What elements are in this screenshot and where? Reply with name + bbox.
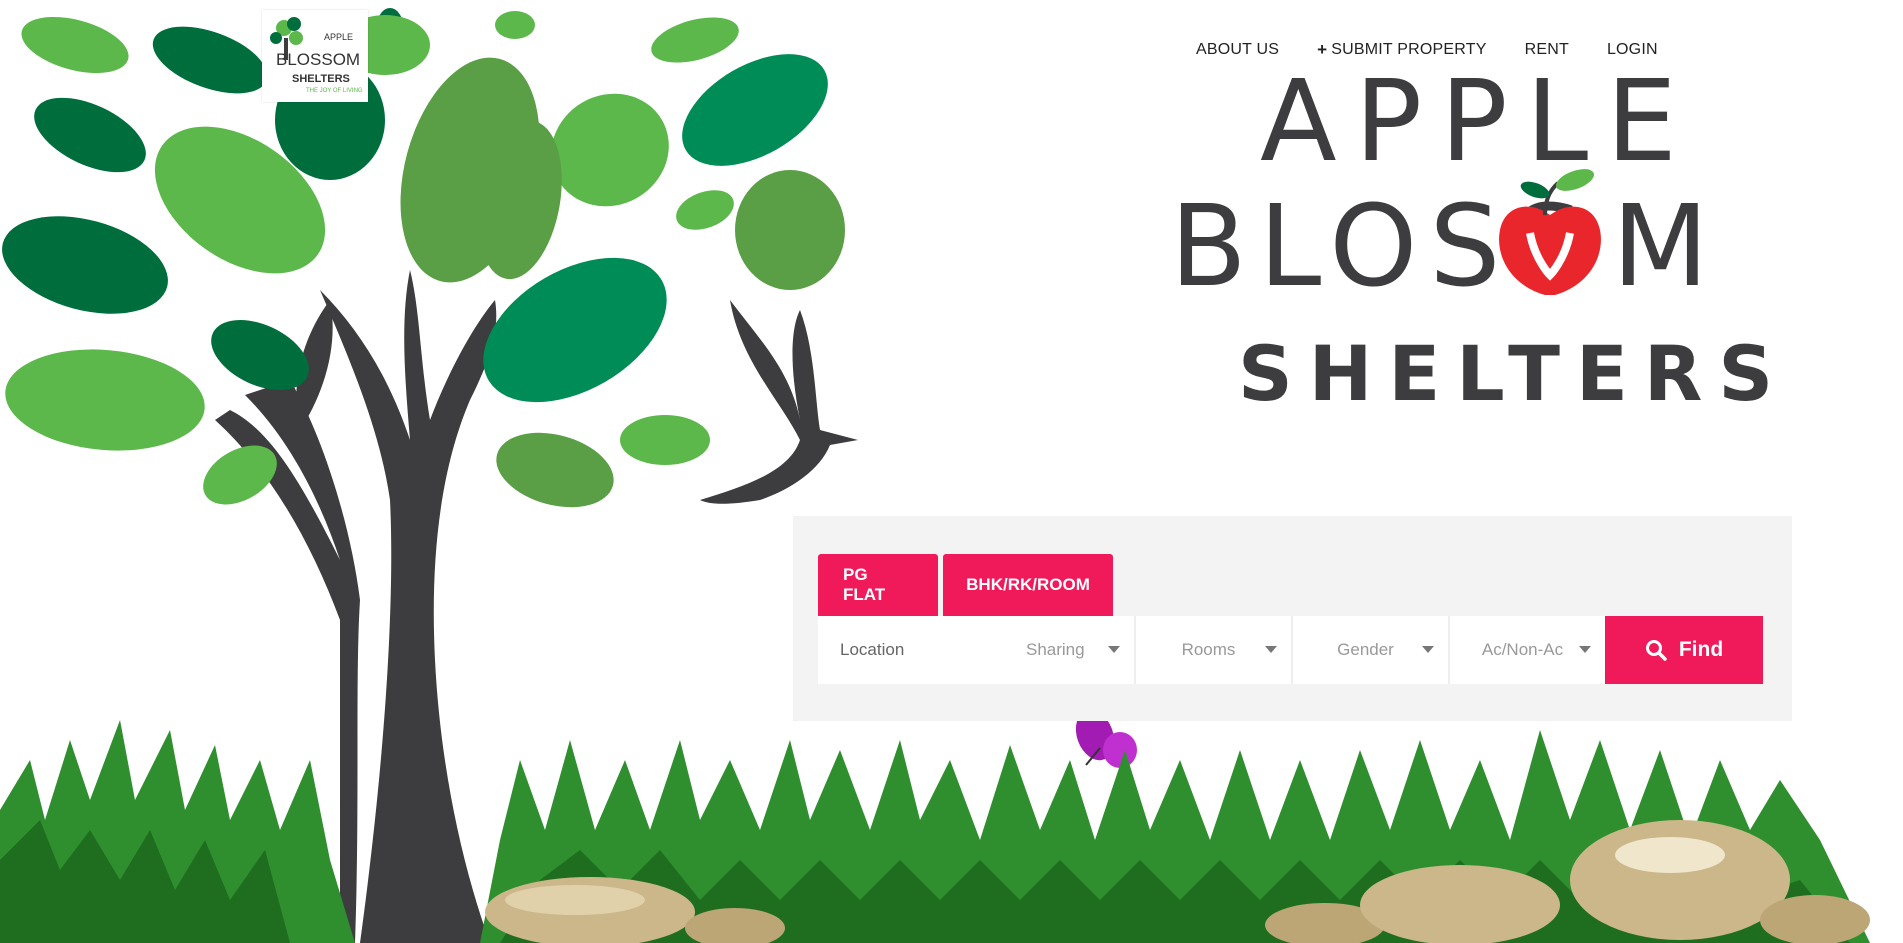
- brand-line-2-end: M: [1612, 182, 1709, 312]
- find-button[interactable]: Find: [1605, 616, 1763, 684]
- ac-select[interactable]: Ac/Non-Ac: [1448, 616, 1605, 684]
- gender-select[interactable]: Gender: [1291, 616, 1448, 684]
- caret-down-icon: [1265, 646, 1277, 653]
- svg-text:BLOSSOM: BLOSSOM: [276, 50, 360, 69]
- svg-text:APPLE: APPLE: [324, 32, 353, 42]
- caret-down-icon: [1108, 646, 1120, 653]
- caret-down-icon: [1579, 646, 1591, 653]
- search-panel: PG FLAT BHK/RK/ROOM Sharing Rooms Gender…: [793, 516, 1792, 721]
- search-icon: [1645, 640, 1667, 661]
- bird-silhouette: [700, 300, 858, 504]
- hero-scene: APPLE BLOSSOM SHELTERS THE JOY OF LIVING…: [0, 0, 1903, 943]
- location-input[interactable]: [838, 639, 992, 661]
- search-tabs: PG FLAT BHK/RK/ROOM: [818, 554, 1113, 616]
- sharing-select[interactable]: Sharing: [1026, 640, 1085, 660]
- brand-line-3: SHELTERS: [1238, 329, 1770, 415]
- search-fields: Sharing Rooms Gender Ac/Non-Ac Find: [818, 616, 1763, 684]
- rooms-select[interactable]: Rooms: [1134, 616, 1291, 684]
- location-field: Sharing: [818, 616, 1134, 684]
- tab-bhk-rk-room[interactable]: BHK/RK/ROOM: [943, 554, 1113, 616]
- brand-line-1: APPLE: [1260, 57, 1695, 187]
- svg-text:THE JOY OF LIVING: THE JOY OF LIVING: [306, 88, 363, 94]
- site-logo[interactable]: APPLE BLOSSOM SHELTERS THE JOY OF LIVING: [262, 10, 368, 102]
- caret-down-icon: [1422, 646, 1434, 653]
- svg-text:SHELTERS: SHELTERS: [292, 73, 350, 85]
- tab-pg-flat[interactable]: PG FLAT: [818, 554, 938, 616]
- brand-wordmark: APPLE BLOSS M SHELTERS: [1170, 57, 1770, 415]
